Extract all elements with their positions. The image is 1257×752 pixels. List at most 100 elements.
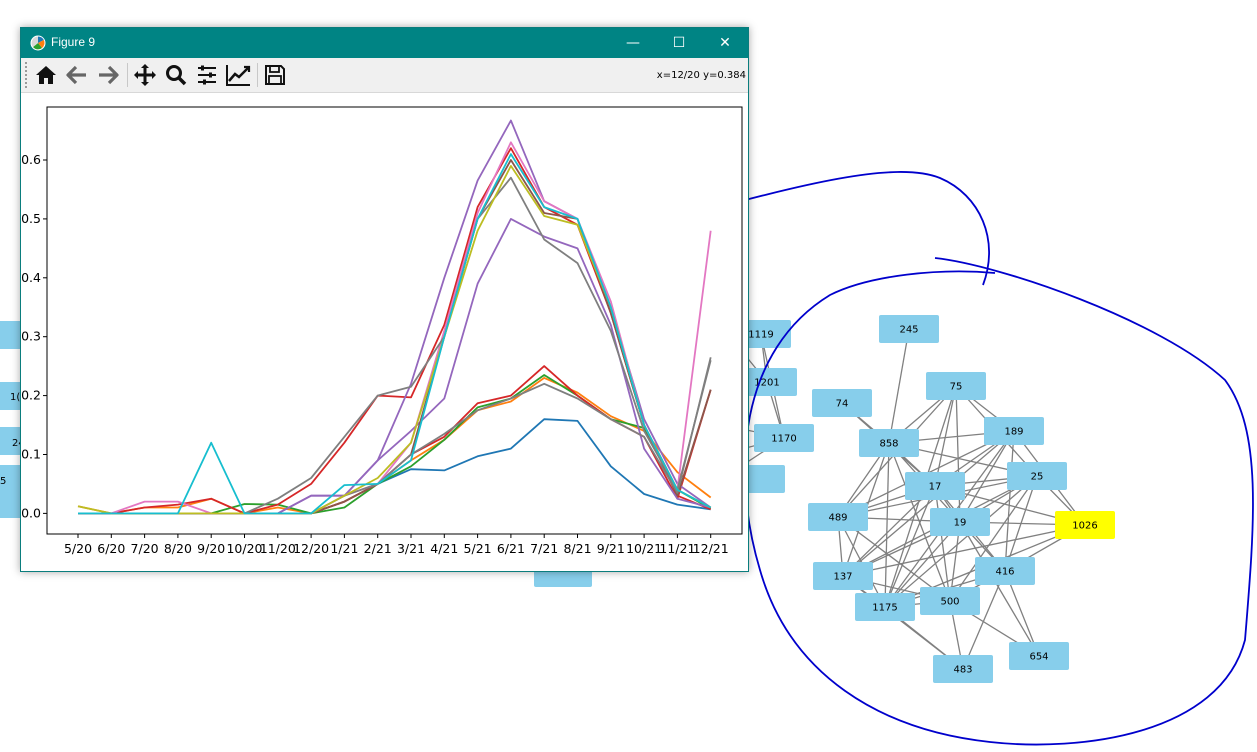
node-label: 858 [879,439,898,450]
x-tick-label: 8/21 [563,541,591,556]
graph-node-25[interactable]: 25 [1007,462,1067,490]
x-tick-label: 6/20 [97,541,125,556]
node-label: 1026 [1072,521,1097,532]
window-title: Figure 9 [51,35,96,49]
cursor-coordinates: x=12/20 y=0.384 [656,70,746,81]
graph-edge [962,570,1006,670]
save-button[interactable] [261,61,289,89]
node-label: 416 [995,567,1014,578]
graph-node-17[interactable]: 17 [905,472,965,500]
graph-node-245[interactable]: 245 [879,315,939,343]
graph-node-500[interactable]: 500 [920,587,980,615]
x-tick-label: 12/20 [293,541,329,556]
x-tick-label: 9/21 [597,541,625,556]
title-bar[interactable]: Figure 9 — ☐ ✕ [21,28,748,58]
graph-node-654[interactable]: 654 [1009,642,1069,670]
node-label: 75 [950,382,963,393]
graph-node-483[interactable]: 483 [933,655,993,683]
graph-edge [888,328,910,444]
figure-window: Figure 9 — ☐ ✕ x=12/20 y=0.384 0.0 0.1 0… [20,27,749,572]
navigation-toolbar: x=12/20 y=0.384 [21,58,748,93]
x-tick-label: 7/20 [131,541,159,556]
x-tick-label: 11/20 [260,541,296,556]
maximize-button[interactable]: ☐ [656,28,702,58]
x-tick-label: 5/21 [464,541,492,556]
partial-node-label: 5 [0,476,6,487]
x-tick-label: 5/20 [64,541,92,556]
graph-node-416[interactable]: 416 [975,557,1035,585]
close-button[interactable]: ✕ [702,28,748,58]
node-label: 137 [833,572,852,583]
y-tick-label: 0.5 [21,211,41,226]
x-tick-label: 9/20 [197,541,225,556]
graph-node-74[interactable]: 74 [812,389,872,417]
node-label: 500 [940,597,959,608]
x-tick-label: 10/21 [626,541,662,556]
node-label: 1119 [748,330,773,341]
toolbar-grip[interactable] [25,62,29,88]
toolbar-separator [257,63,258,87]
y-tick-label: 0.1 [21,446,41,461]
x-tick-label: 10/20 [226,541,262,556]
node-label: 483 [953,665,972,676]
graph-node-75[interactable]: 75 [926,372,986,400]
y-tick-label: 0.6 [21,152,41,167]
home-button[interactable] [32,61,60,89]
arrow-right-icon [99,65,119,85]
node-label: 1175 [872,603,897,614]
node-label: 19 [954,518,967,529]
arrow-left-icon [66,65,86,85]
graph-edge [955,385,961,523]
x-tick-label: 11/21 [659,541,695,556]
line-chart-icon [226,65,251,86]
x-tick-label: 7/21 [530,541,558,556]
floppy-disk-icon [265,65,285,85]
forward-button[interactable] [94,61,122,89]
graph-node-1170[interactable]: 1170 [754,424,814,452]
x-axis-ticks: 5/20 6/20 7/20 8/20 9/20 10/2011/2012/20 1/21 2… [64,534,729,556]
x-tick-label: 3/21 [397,541,425,556]
x-tick-label: 1/21 [330,541,358,556]
move-arrows-icon [134,64,156,86]
partial-node-label: 1( [10,392,20,403]
toolbar-separator [127,63,128,87]
node-label: 245 [899,325,918,336]
x-tick-label: 8/20 [164,541,192,556]
y-tick-label: 0.4 [21,270,41,285]
x-tick-label: 2/21 [364,541,392,556]
x-tick-label: 4/21 [430,541,458,556]
minimize-button[interactable]: — [610,28,656,58]
back-button[interactable] [63,61,91,89]
sliders-icon [198,65,216,85]
node-label: 74 [836,399,849,410]
node-label: 17 [929,482,942,493]
magnifier-icon [166,65,187,86]
circle-annotation [743,257,1254,746]
pan-button[interactable] [131,61,159,89]
graph-node-189[interactable]: 189 [984,417,1044,445]
configure-subplots-button[interactable] [193,61,221,89]
edit-axis-button[interactable] [224,61,252,89]
node-label: 1170 [771,434,796,445]
graph-node-489[interactable]: 489 [808,503,868,531]
node-label: 654 [1029,652,1048,663]
graph-edge [884,442,890,608]
home-icon [36,66,56,84]
graph-node-1175[interactable]: 1175 [855,593,915,621]
zoom-button[interactable] [162,61,190,89]
x-tick-label: 12/21 [693,541,729,556]
graph-node-858[interactable]: 858 [859,429,919,457]
graph-nodes: 245 75 74 858 189 25 17 489 19 1026 137 416 1175 500 6… [731,315,1115,683]
x-tick-label: 6/21 [497,541,525,556]
y-tick-label: 0.2 [21,388,41,403]
graph-node-19[interactable]: 19 [930,508,990,536]
graph-node-1026[interactable]: 1026 [1055,511,1115,539]
node-label: 25 [1031,472,1044,483]
y-axis-ticks: 0.0 0.1 0.2 0.3 0.4 0.5 0.6 [21,152,47,520]
y-tick-label: 0.3 [21,329,41,344]
matplotlib-logo-icon [30,35,46,51]
graph-node-137[interactable]: 137 [813,562,873,590]
y-tick-label: 0.0 [21,505,41,520]
plot-canvas[interactable]: 0.0 0.1 0.2 0.3 0.4 0.5 0.6 5/20 6/20 7/20 8/20 9/… [21,93,748,571]
node-label: 189 [1004,427,1023,438]
